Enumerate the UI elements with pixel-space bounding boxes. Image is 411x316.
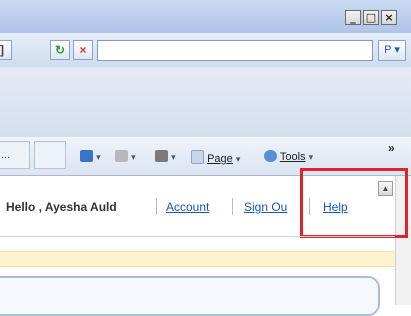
stop-icon: × (79, 43, 87, 57)
search-icon: P (384, 44, 392, 56)
tools-dropdown-caret: ▾ (308, 152, 314, 162)
search-button[interactable]: P ▾ (378, 40, 406, 61)
home-icon (80, 150, 93, 162)
feeds-button[interactable]: ▾ (115, 150, 136, 164)
tools-icon (264, 150, 277, 162)
page-menu-label: Page (207, 153, 233, 165)
tab-stub-empty[interactable] (34, 141, 66, 169)
window-title-bar: _ □ × (0, 0, 411, 33)
search-input[interactable] (97, 40, 373, 61)
minimize-button[interactable]: _ (345, 10, 361, 25)
content-panel (0, 276, 380, 316)
address-bar-edge[interactable]: ] (0, 40, 12, 60)
refresh-button[interactable]: ↻ (50, 40, 70, 60)
tab-stub[interactable]: ... (0, 141, 30, 169)
maximize-button[interactable]: □ (363, 10, 379, 25)
home-button[interactable]: ▾ (80, 150, 101, 164)
navigation-bar: ] ↻ × P ▾ (0, 33, 411, 67)
toolbar-band (0, 67, 411, 138)
refresh-icon: ↻ (54, 43, 66, 57)
close-button[interactable]: × (381, 10, 397, 25)
stop-button[interactable]: × (73, 40, 93, 60)
link-divider (156, 198, 157, 215)
home-dropdown-caret[interactable]: ▾ (96, 152, 101, 162)
print-icon (155, 150, 168, 162)
notice-bar (0, 251, 395, 267)
page-icon (191, 150, 204, 164)
tools-menu[interactable]: Tools ▾ (264, 150, 313, 164)
toolbar-overflow-chevron[interactable]: » (388, 141, 395, 155)
search-options-caret[interactable]: ▾ (394, 44, 400, 56)
link-divider (232, 198, 233, 215)
page-menu[interactable]: Page ▾ (191, 150, 240, 166)
print-dropdown-caret[interactable]: ▾ (171, 152, 176, 162)
user-greeting: Hello , Ayesha Auld (6, 200, 117, 214)
sign-out-link[interactable]: Sign Ou (244, 199, 287, 215)
feeds-icon (115, 150, 128, 162)
print-button[interactable]: ▾ (155, 150, 176, 164)
feeds-dropdown-caret[interactable]: ▾ (131, 152, 136, 162)
tools-menu-label: Tools (279, 151, 306, 163)
help-highlight-box (300, 168, 408, 238)
content-divider (0, 236, 395, 237)
page-dropdown-caret: ▾ (235, 154, 241, 164)
account-link[interactable]: Account (166, 199, 209, 215)
